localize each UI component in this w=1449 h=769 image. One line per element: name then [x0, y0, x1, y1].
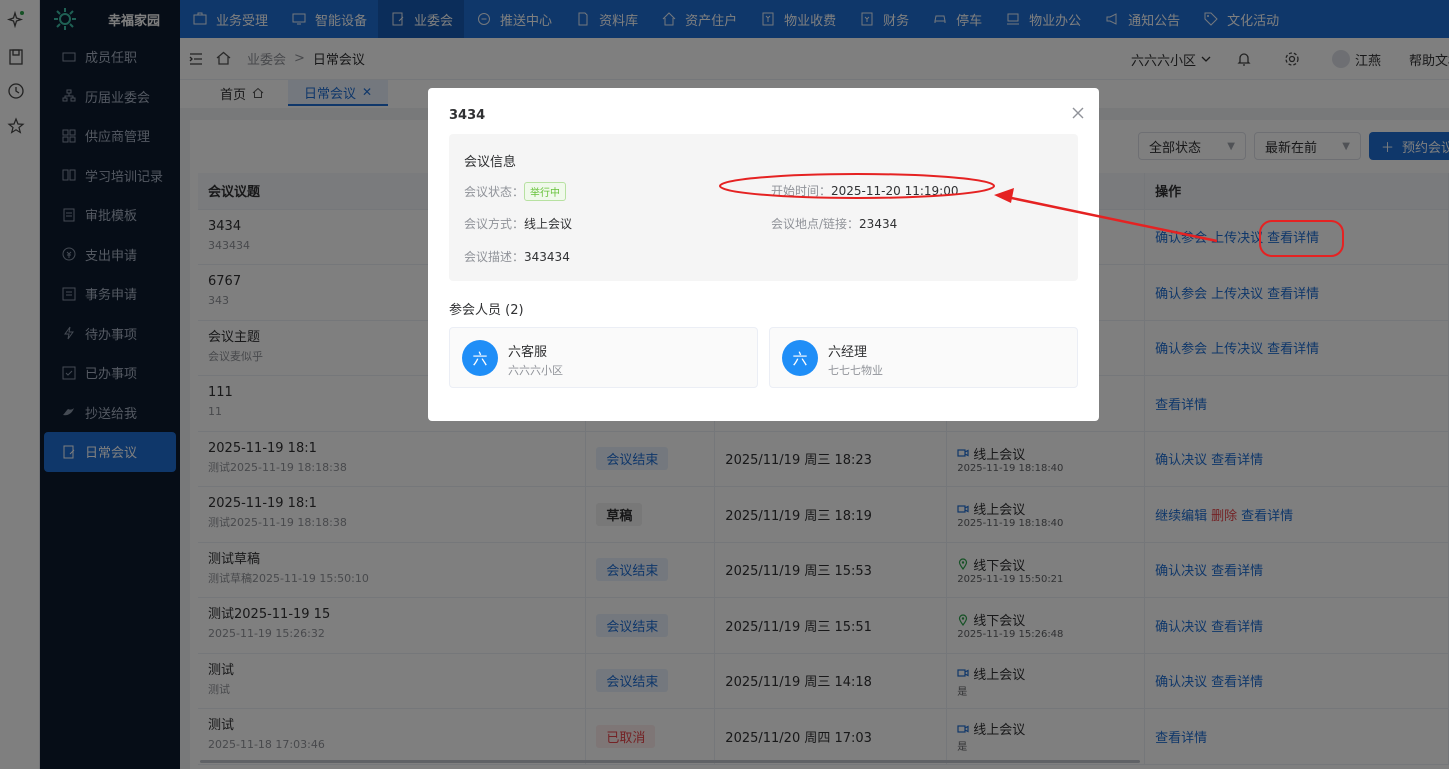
field-label: 会议地点/链接：: [771, 217, 860, 231]
info-heading: 会议信息: [464, 155, 517, 170]
attendee-org: 六六六小区: [508, 364, 563, 377]
attendees-heading: 参会人员 (2): [449, 299, 524, 318]
avatar: 六: [782, 340, 818, 376]
attendee-name: 六客服: [508, 345, 548, 360]
field-label: 会议描述：: [464, 250, 525, 264]
status-row: 会议状态： 举行中: [464, 182, 567, 201]
location-value: 23434: [859, 216, 898, 231]
dialog-title: 3434: [449, 108, 486, 123]
attendee-name: 六经理: [828, 345, 868, 360]
field-label: 会议方式：: [464, 217, 525, 231]
attendees-count: (2): [505, 303, 524, 318]
attendee-card[interactable]: 六 六客服 六六六小区: [449, 327, 758, 388]
start-time-value: 2025-11-20 11:19:00: [831, 183, 959, 198]
description-value: 343434: [524, 249, 570, 264]
attendee-org: 七七七物业: [828, 364, 883, 377]
field-label: 开始时间：: [771, 184, 832, 198]
attendee-card[interactable]: 六 六经理 七七七物业: [769, 327, 1078, 388]
meeting-detail-dialog: 3434 会议信息 会议状态： 举行中 开始时间： 2025-11-20 11:19…: [428, 88, 1099, 421]
field-label: 会议状态：: [464, 185, 525, 199]
start-time-row: 开始时间： 2025-11-20 11:19:00: [771, 182, 958, 199]
close-icon[interactable]: [1071, 106, 1085, 120]
avatar: 六: [462, 340, 498, 376]
description-row: 会议描述： 343434: [464, 248, 570, 265]
mode-value: 线上会议: [524, 217, 573, 231]
mode-row: 会议方式： 线上会议: [464, 215, 572, 232]
meeting-info-panel: 会议信息 会议状态： 举行中 开始时间： 2025-11-20 11:19:00 会…: [449, 134, 1078, 281]
location-row: 会议地点/链接： 23434: [771, 215, 897, 232]
attendees-label: 参会人员: [449, 303, 502, 318]
status-badge: 举行中: [524, 182, 567, 201]
